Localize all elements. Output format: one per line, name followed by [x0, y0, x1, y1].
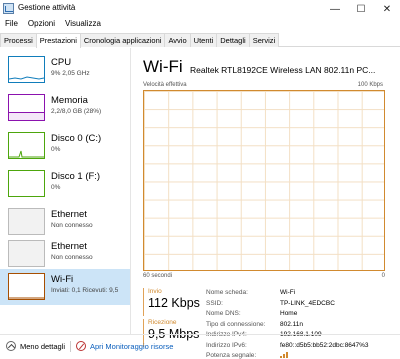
task-manager-icon	[3, 3, 14, 14]
send-label: Invio	[148, 288, 162, 295]
adapter-name: Realtek RTL8192CE Wireless LAN 802.11n P…	[190, 65, 376, 75]
menu-file[interactable]: File	[0, 18, 23, 32]
performance-panel: Wi-Fi Realtek RTL8192CE Wireless LAN 802…	[132, 48, 400, 359]
send-stat: Invio 112 Kbps	[143, 288, 208, 316]
maximize-button[interactable]: ☐	[348, 0, 374, 18]
resource-disk-1[interactable]: Disco 1 (F:) 0%	[0, 166, 130, 202]
detail-value: 802.11n	[280, 320, 304, 328]
detail-value: Home	[280, 310, 298, 317]
tab-users[interactable]: Utenti	[189, 33, 218, 47]
cpu-thumbnail	[8, 56, 45, 83]
page-title: Wi-Fi	[143, 57, 183, 76]
resource-name: Ethernet	[51, 241, 87, 252]
tab-bar: Processi Prestazioni Cronologia applicaz…	[0, 33, 400, 48]
memory-thumbnail	[8, 94, 45, 121]
graph-max-label: 100 Kbps	[357, 82, 383, 88]
resource-sub: Inviati: 0,1 Ricevuti: 9,5	[51, 287, 119, 294]
detail-value: TP-LINK_4EDCBC	[280, 299, 335, 307]
resource-monitor-icon	[76, 341, 86, 351]
throughput-graph	[143, 90, 385, 271]
resource-memory[interactable]: Memoria 2,2/8,0 GB (28%)	[0, 90, 130, 126]
chevron-up-icon	[6, 341, 16, 351]
tab-processes[interactable]: Processi	[0, 33, 37, 47]
task-manager-window: Gestione attività — ☐ ✕ File Opzioni Vis…	[0, 0, 400, 359]
title-bar: Gestione attività — ☐ ✕	[0, 0, 400, 18]
disk1-thumbnail	[8, 170, 45, 197]
resource-sub: 2,2/8,0 GB (28%)	[51, 108, 102, 115]
resource-name: Disco 0 (C:)	[51, 133, 102, 144]
receive-label: Ricezione	[148, 319, 177, 326]
minimize-button[interactable]: —	[322, 0, 348, 18]
resource-ethernet-2[interactable]: Ethernet Non connesso	[0, 236, 130, 272]
detail-key: SSID:	[206, 299, 223, 307]
cpu-sparkline	[9, 76, 44, 80]
window-title: Gestione attività	[18, 3, 76, 12]
menu-view[interactable]: Visualizza	[60, 18, 106, 32]
graph-axis-right: 0	[381, 273, 385, 279]
disk0-thumbnail	[8, 132, 45, 159]
tab-startup[interactable]: Avvio	[164, 33, 191, 47]
resource-wifi[interactable]: Wi-Fi Inviati: 0,1 Ricevuti: 9,5	[0, 269, 130, 305]
detail-key: Tipo di connessione:	[206, 320, 266, 328]
detail-key: Nome scheda:	[206, 289, 248, 296]
detail-key: Nome DNS:	[206, 310, 241, 317]
close-button[interactable]: ✕	[374, 0, 400, 18]
resource-name: CPU	[51, 57, 72, 68]
wifi-sparkline	[9, 297, 44, 299]
resource-name: Wi-Fi	[51, 274, 74, 285]
wifi-thumbnail	[8, 273, 45, 300]
resource-cpu[interactable]: CPU 9% 2,05 GHz	[0, 52, 130, 88]
graph-axis-left: 60 secondi	[143, 273, 173, 279]
detail-value: Wi-Fi	[280, 289, 296, 296]
resource-sub: 0%	[51, 184, 61, 191]
graph-label: Velocità effettiva	[143, 82, 187, 88]
footer: Meno dettagli Apri Monitoraggio risorse	[0, 334, 400, 358]
tab-performance[interactable]: Prestazioni	[35, 33, 81, 48]
ethernet2-thumbnail	[8, 240, 45, 267]
resource-name: Disco 1 (F:)	[51, 171, 101, 182]
ethernet1-thumbnail	[8, 208, 45, 235]
fewer-details-label: Meno dettagli	[20, 341, 66, 351]
resource-name: Ethernet	[51, 209, 87, 220]
resource-disk-0[interactable]: Disco 0 (C:) 0%	[0, 128, 130, 164]
fewer-details-button[interactable]: Meno dettagli	[6, 341, 65, 351]
menu-bar: File Opzioni Visualizza	[0, 18, 400, 32]
resource-sub: Non connesso	[51, 254, 93, 261]
resource-sub: 0%	[51, 146, 61, 153]
resource-sub: Non connesso	[51, 222, 93, 229]
resource-sub: 9% 2,05 GHz	[51, 70, 90, 77]
resource-list: CPU 9% 2,05 GHz Memoria 2,2/8,0 GB (28%)…	[0, 48, 131, 334]
open-resource-monitor-link[interactable]: Apri Monitoraggio risorse	[76, 341, 173, 351]
resource-name: Memoria	[51, 95, 88, 106]
menu-options[interactable]: Opzioni	[23, 18, 60, 32]
open-resource-monitor-label: Apri Monitoraggio risorse	[90, 341, 174, 351]
send-value: 112 Kbps	[148, 296, 200, 310]
tab-app-history[interactable]: Cronologia applicazioni	[79, 33, 166, 47]
footer-divider	[70, 341, 71, 352]
tab-details[interactable]: Dettagli	[216, 33, 250, 47]
tab-services[interactable]: Servizi	[248, 33, 280, 47]
resource-ethernet-1[interactable]: Ethernet Non connesso	[0, 204, 130, 240]
disk0-sparkline	[9, 150, 44, 158]
